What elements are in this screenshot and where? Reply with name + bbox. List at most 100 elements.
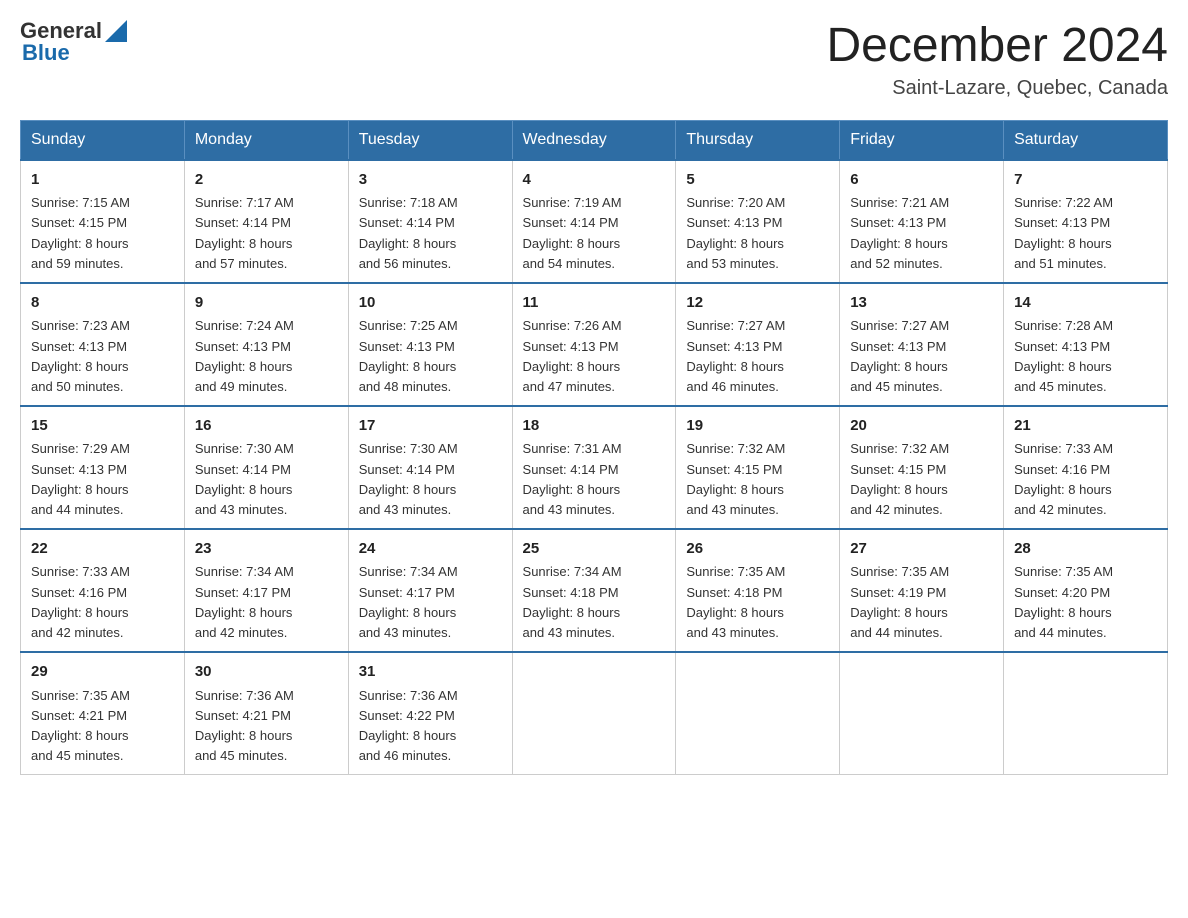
day-info: Sunrise: 7:23 AMSunset: 4:13 PMDaylight:… [31, 318, 130, 393]
day-number: 29 [31, 661, 174, 684]
day-info: Sunrise: 7:27 AMSunset: 4:13 PMDaylight:… [686, 318, 785, 393]
day-info: Sunrise: 7:22 AMSunset: 4:13 PMDaylight:… [1014, 195, 1113, 270]
day-number: 26 [686, 538, 829, 561]
day-number: 5 [686, 169, 829, 192]
header-monday: Monday [184, 120, 348, 160]
day-number: 14 [1014, 292, 1157, 315]
day-cell: 18 Sunrise: 7:31 AMSunset: 4:14 PMDaylig… [512, 406, 676, 529]
day-cell [840, 652, 1004, 775]
day-cell: 31 Sunrise: 7:36 AMSunset: 4:22 PMDaylig… [348, 652, 512, 775]
day-cell [1004, 652, 1168, 775]
day-number: 15 [31, 415, 174, 438]
day-info: Sunrise: 7:28 AMSunset: 4:13 PMDaylight:… [1014, 318, 1113, 393]
day-info: Sunrise: 7:15 AMSunset: 4:15 PMDaylight:… [31, 195, 130, 270]
week-row-1: 1 Sunrise: 7:15 AMSunset: 4:15 PMDayligh… [21, 160, 1168, 283]
header-thursday: Thursday [676, 120, 840, 160]
header-wednesday: Wednesday [512, 120, 676, 160]
day-number: 8 [31, 292, 174, 315]
day-info: Sunrise: 7:17 AMSunset: 4:14 PMDaylight:… [195, 195, 294, 270]
day-cell: 5 Sunrise: 7:20 AMSunset: 4:13 PMDayligh… [676, 160, 840, 283]
logo-line1: General [20, 20, 127, 42]
day-info: Sunrise: 7:35 AMSunset: 4:21 PMDaylight:… [31, 688, 130, 763]
day-info: Sunrise: 7:24 AMSunset: 4:13 PMDaylight:… [195, 318, 294, 393]
day-cell: 12 Sunrise: 7:27 AMSunset: 4:13 PMDaylig… [676, 283, 840, 406]
logo-triangle-icon [105, 20, 127, 42]
day-number: 20 [850, 415, 993, 438]
day-cell: 4 Sunrise: 7:19 AMSunset: 4:14 PMDayligh… [512, 160, 676, 283]
day-cell: 13 Sunrise: 7:27 AMSunset: 4:13 PMDaylig… [840, 283, 1004, 406]
day-info: Sunrise: 7:20 AMSunset: 4:13 PMDaylight:… [686, 195, 785, 270]
day-number: 10 [359, 292, 502, 315]
day-info: Sunrise: 7:34 AMSunset: 4:18 PMDaylight:… [523, 564, 622, 639]
day-cell: 22 Sunrise: 7:33 AMSunset: 4:16 PMDaylig… [21, 529, 185, 652]
day-info: Sunrise: 7:30 AMSunset: 4:14 PMDaylight:… [195, 441, 294, 516]
day-cell: 8 Sunrise: 7:23 AMSunset: 4:13 PMDayligh… [21, 283, 185, 406]
day-info: Sunrise: 7:29 AMSunset: 4:13 PMDaylight:… [31, 441, 130, 516]
day-info: Sunrise: 7:21 AMSunset: 4:13 PMDaylight:… [850, 195, 949, 270]
day-cell: 11 Sunrise: 7:26 AMSunset: 4:13 PMDaylig… [512, 283, 676, 406]
day-cell: 16 Sunrise: 7:30 AMSunset: 4:14 PMDaylig… [184, 406, 348, 529]
day-number: 9 [195, 292, 338, 315]
header-saturday: Saturday [1004, 120, 1168, 160]
day-cell: 3 Sunrise: 7:18 AMSunset: 4:14 PMDayligh… [348, 160, 512, 283]
day-info: Sunrise: 7:19 AMSunset: 4:14 PMDaylight:… [523, 195, 622, 270]
day-info: Sunrise: 7:35 AMSunset: 4:20 PMDaylight:… [1014, 564, 1113, 639]
day-number: 1 [31, 169, 174, 192]
day-number: 3 [359, 169, 502, 192]
weekday-header-row: Sunday Monday Tuesday Wednesday Thursday… [21, 120, 1168, 160]
logo-line2: Blue [20, 42, 127, 64]
day-info: Sunrise: 7:30 AMSunset: 4:14 PMDaylight:… [359, 441, 458, 516]
location: Saint-Lazare, Quebec, Canada [826, 77, 1168, 100]
day-cell: 30 Sunrise: 7:36 AMSunset: 4:21 PMDaylig… [184, 652, 348, 775]
day-number: 11 [523, 292, 666, 315]
day-number: 24 [359, 538, 502, 561]
logo-wrapper: General Blue [20, 20, 127, 64]
day-info: Sunrise: 7:25 AMSunset: 4:13 PMDaylight:… [359, 318, 458, 393]
day-number: 13 [850, 292, 993, 315]
day-number: 21 [1014, 415, 1157, 438]
day-cell: 14 Sunrise: 7:28 AMSunset: 4:13 PMDaylig… [1004, 283, 1168, 406]
day-number: 19 [686, 415, 829, 438]
calendar-body: 1 Sunrise: 7:15 AMSunset: 4:15 PMDayligh… [21, 160, 1168, 775]
header-sunday: Sunday [21, 120, 185, 160]
day-cell: 27 Sunrise: 7:35 AMSunset: 4:19 PMDaylig… [840, 529, 1004, 652]
day-number: 22 [31, 538, 174, 561]
day-info: Sunrise: 7:33 AMSunset: 4:16 PMDaylight:… [31, 564, 130, 639]
week-row-5: 29 Sunrise: 7:35 AMSunset: 4:21 PMDaylig… [21, 652, 1168, 775]
day-cell: 2 Sunrise: 7:17 AMSunset: 4:14 PMDayligh… [184, 160, 348, 283]
header-friday: Friday [840, 120, 1004, 160]
day-info: Sunrise: 7:27 AMSunset: 4:13 PMDaylight:… [850, 318, 949, 393]
week-row-3: 15 Sunrise: 7:29 AMSunset: 4:13 PMDaylig… [21, 406, 1168, 529]
day-number: 28 [1014, 538, 1157, 561]
title-area: December 2024 Saint-Lazare, Quebec, Cana… [826, 20, 1168, 100]
day-number: 4 [523, 169, 666, 192]
day-cell: 10 Sunrise: 7:25 AMSunset: 4:13 PMDaylig… [348, 283, 512, 406]
day-cell: 21 Sunrise: 7:33 AMSunset: 4:16 PMDaylig… [1004, 406, 1168, 529]
day-cell: 20 Sunrise: 7:32 AMSunset: 4:15 PMDaylig… [840, 406, 1004, 529]
day-cell: 26 Sunrise: 7:35 AMSunset: 4:18 PMDaylig… [676, 529, 840, 652]
day-number: 25 [523, 538, 666, 561]
header: General Blue December 2024 Saint-Lazare,… [20, 20, 1168, 100]
day-cell: 23 Sunrise: 7:34 AMSunset: 4:17 PMDaylig… [184, 529, 348, 652]
page-container: General Blue December 2024 Saint-Lazare,… [20, 20, 1168, 775]
day-cell: 1 Sunrise: 7:15 AMSunset: 4:15 PMDayligh… [21, 160, 185, 283]
day-cell: 7 Sunrise: 7:22 AMSunset: 4:13 PMDayligh… [1004, 160, 1168, 283]
day-cell: 9 Sunrise: 7:24 AMSunset: 4:13 PMDayligh… [184, 283, 348, 406]
week-row-2: 8 Sunrise: 7:23 AMSunset: 4:13 PMDayligh… [21, 283, 1168, 406]
week-row-4: 22 Sunrise: 7:33 AMSunset: 4:16 PMDaylig… [21, 529, 1168, 652]
day-number: 6 [850, 169, 993, 192]
day-number: 2 [195, 169, 338, 192]
day-number: 17 [359, 415, 502, 438]
day-info: Sunrise: 7:34 AMSunset: 4:17 PMDaylight:… [359, 564, 458, 639]
day-number: 31 [359, 661, 502, 684]
logo: General Blue [20, 20, 127, 64]
day-info: Sunrise: 7:36 AMSunset: 4:21 PMDaylight:… [195, 688, 294, 763]
day-info: Sunrise: 7:35 AMSunset: 4:19 PMDaylight:… [850, 564, 949, 639]
day-number: 7 [1014, 169, 1157, 192]
day-info: Sunrise: 7:33 AMSunset: 4:16 PMDaylight:… [1014, 441, 1113, 516]
header-tuesday: Tuesday [348, 120, 512, 160]
day-number: 30 [195, 661, 338, 684]
day-cell: 6 Sunrise: 7:21 AMSunset: 4:13 PMDayligh… [840, 160, 1004, 283]
day-info: Sunrise: 7:34 AMSunset: 4:17 PMDaylight:… [195, 564, 294, 639]
day-info: Sunrise: 7:26 AMSunset: 4:13 PMDaylight:… [523, 318, 622, 393]
